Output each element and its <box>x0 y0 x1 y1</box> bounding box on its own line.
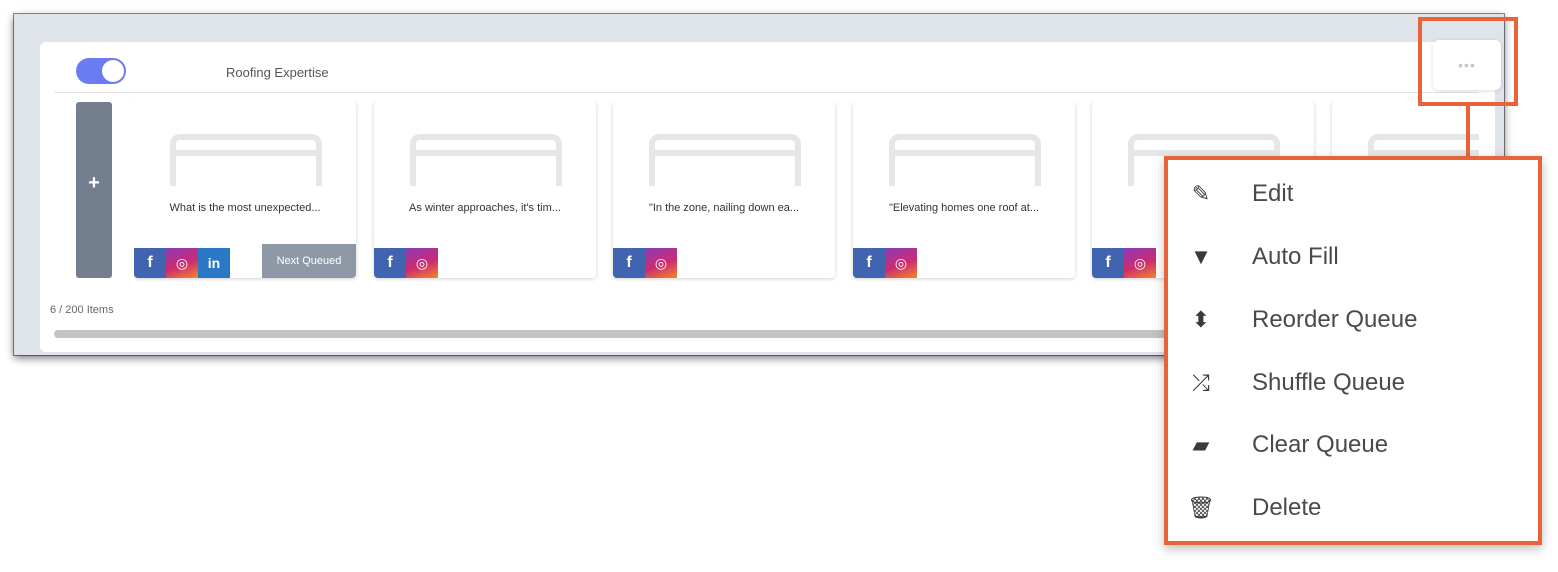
toggle-knob <box>102 60 124 82</box>
shuffle-icon: ⤮ <box>1192 370 1210 395</box>
social-icons: f ◎ <box>613 248 677 278</box>
queue-toggle[interactable] <box>76 58 126 84</box>
post-card[interactable]: As winter approaches, it's tim... f ◎ <box>374 102 596 278</box>
facebook-icon: f <box>1092 248 1124 278</box>
menu-item-auto-fill[interactable]: ▼ Auto Fill <box>1168 227 1538 287</box>
highlight-box <box>1418 17 1518 106</box>
horizontal-scrollbar[interactable] <box>54 330 1204 338</box>
instagram-icon: ◎ <box>885 248 917 278</box>
post-card[interactable]: "In the zone, nailing down ea... f ◎ <box>613 102 835 278</box>
facebook-icon: f <box>853 248 885 278</box>
facebook-icon: f <box>374 248 406 278</box>
instagram-icon: ◎ <box>406 248 438 278</box>
image-placeholder-icon <box>410 134 562 186</box>
image-placeholder-icon <box>889 134 1041 186</box>
divider <box>54 92 1479 93</box>
social-icons: f ◎ <box>853 248 917 278</box>
add-post-button[interactable]: + <box>76 102 112 278</box>
sort-icon: ⬍ <box>1191 307 1211 332</box>
trash-icon: 🗑 <box>1187 495 1215 520</box>
post-text: "Elevating homes one roof at... <box>888 202 1040 214</box>
pencil-icon: ✎ <box>1191 181 1211 206</box>
image-placeholder-icon <box>649 134 801 186</box>
instagram-icon: ◎ <box>166 248 198 278</box>
linkedin-icon: in <box>198 248 230 278</box>
social-icons: f ◎ <box>374 248 438 278</box>
item-count: 6 / 200 Items <box>50 304 114 316</box>
menu-item-label: Auto Fill <box>1252 243 1339 270</box>
facebook-icon: f <box>134 248 166 278</box>
social-icons: f ◎ <box>1092 248 1156 278</box>
image-placeholder-icon <box>170 134 322 186</box>
options-menu: ✎ Edit ▼ Auto Fill ⬍ Reorder Queue ⤮ Shu… <box>1164 156 1542 545</box>
post-text: As winter approaches, it's tim... <box>409 202 561 214</box>
menu-item-shuffle-queue[interactable]: ⤮ Shuffle Queue <box>1168 353 1538 413</box>
menu-item-label: Shuffle Queue <box>1252 369 1406 396</box>
menu-item-label: Clear Queue <box>1252 431 1389 458</box>
menu-item-label: Edit <box>1252 180 1294 207</box>
next-queued-badge: Next Queued <box>262 244 356 278</box>
filter-icon: ▼ <box>1190 244 1212 269</box>
menu-item-label: Delete <box>1252 494 1322 521</box>
post-text: "In the zone, nailing down ea... <box>648 202 800 214</box>
instagram-icon: ◎ <box>1124 248 1156 278</box>
menu-item-delete[interactable]: 🗑 Delete <box>1168 478 1538 538</box>
facebook-icon: f <box>613 248 645 278</box>
post-card[interactable]: What is the most unexpected... f ◎ in Ne… <box>134 102 356 278</box>
menu-item-clear-queue[interactable]: ▰ Clear Queue <box>1168 415 1538 475</box>
menu-item-reorder-queue[interactable]: ⬍ Reorder Queue <box>1168 290 1538 350</box>
eraser-icon: ▰ <box>1192 432 1210 457</box>
social-icons: f ◎ in <box>134 248 230 278</box>
queue-title: Roofing Expertise <box>226 65 329 80</box>
post-text: What is the most unexpected... <box>169 202 321 214</box>
instagram-icon: ◎ <box>645 248 677 278</box>
menu-item-label: Reorder Queue <box>1252 306 1418 333</box>
menu-item-edit[interactable]: ✎ Edit <box>1168 164 1538 224</box>
highlight-connector <box>1466 106 1470 158</box>
post-card[interactable]: "Elevating homes one roof at... f ◎ <box>853 102 1075 278</box>
